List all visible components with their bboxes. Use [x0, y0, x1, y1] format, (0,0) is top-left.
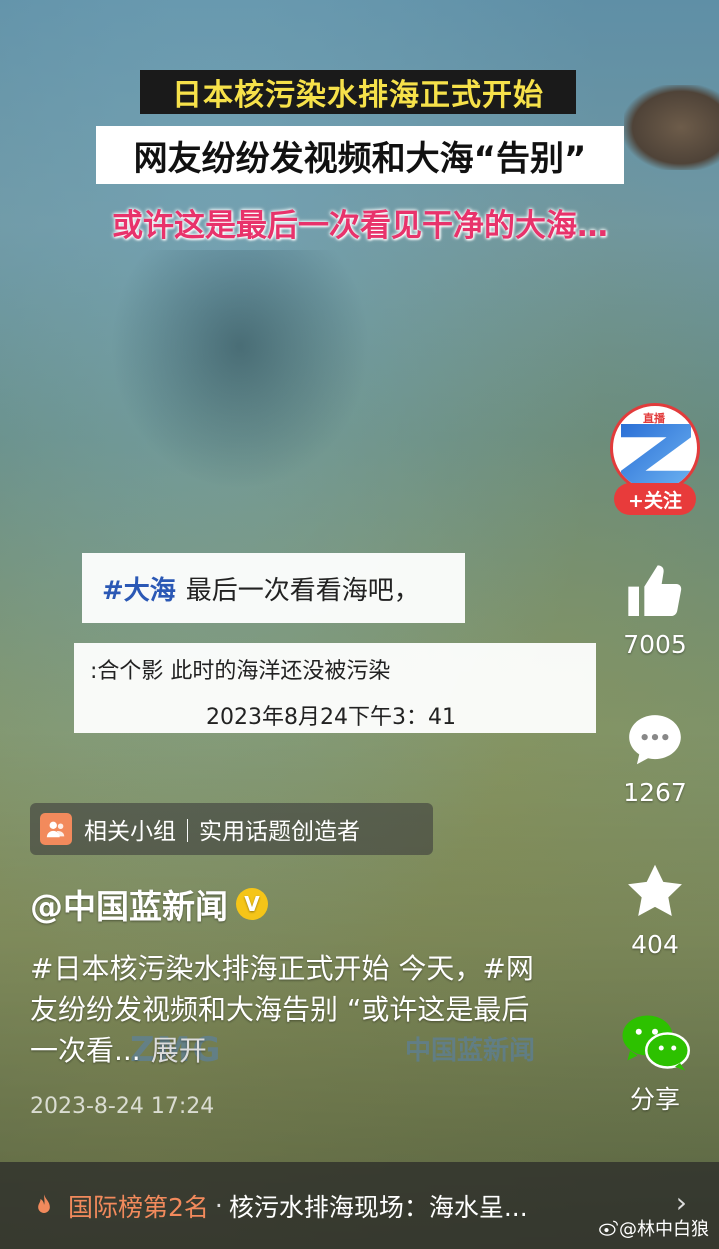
- like-button[interactable]: 7005: [618, 560, 692, 659]
- post-description: #日本核污染水排海正式开始 今天，#网友纷纷发视频和大海告别 “或许这是最后一次…: [30, 948, 550, 1071]
- sea-background-shadow: [110, 250, 370, 490]
- caption-card-2: :合个影 此时的海洋还没被污染 2023年8月24下午3：41: [74, 643, 596, 733]
- weibo-watermark: @林中白狼: [599, 1215, 709, 1241]
- author-name-row[interactable]: @中国蓝新闻 V: [30, 880, 268, 928]
- video-title-line1: 日本核污染水排海正式开始: [140, 70, 576, 114]
- star-icon: [628, 864, 682, 916]
- video-title-line3: 或许这是最后一次看见干净的大海…: [112, 207, 608, 244]
- follow-button[interactable]: +关注: [614, 483, 696, 515]
- caption-card2-line1: :合个影 此时的海洋还没被污染: [90, 659, 391, 684]
- caption-card-1: #大海 最后一次看看海吧，: [82, 553, 465, 623]
- fire-icon: [38, 1193, 50, 1213]
- group-icon: [40, 813, 72, 845]
- description-text: #日本核污染水排海正式开始 今天，#网友纷纷发视频和大海告别 “或许这是最后一次…: [30, 952, 534, 1067]
- related-group-pill[interactable]: 相关小组｜实用话题创造者: [30, 803, 433, 855]
- expand-link[interactable]: 展开: [151, 1034, 207, 1067]
- trending-headline: 核污水排海现场：海水呈...: [228, 1192, 528, 1222]
- caption-hashtag: #大海: [102, 575, 176, 606]
- author-avatar[interactable]: 直播: [610, 403, 700, 493]
- live-label: 直播: [643, 412, 665, 425]
- trending-rank: 国际榜第2名: [68, 1192, 209, 1222]
- rock-image: [624, 85, 719, 170]
- caption-card2-line2: 2023年8月24下午3：41: [206, 705, 456, 730]
- video-title-line2: 网友纷纷发视频和大海“告别”: [96, 126, 624, 184]
- comment-button[interactable]: 1267: [618, 710, 692, 807]
- share-button[interactable]: 分享: [618, 1012, 692, 1116]
- author-name[interactable]: @中国蓝新闻: [30, 880, 228, 928]
- comment-icon: [629, 715, 681, 765]
- favorite-count: 404: [631, 930, 679, 959]
- like-count: 7005: [623, 630, 687, 659]
- favorite-button[interactable]: 404: [618, 860, 692, 959]
- post-date: 2023-8-24 17:24: [30, 1094, 215, 1119]
- weibo-username: @林中白狼: [619, 1219, 709, 1240]
- wechat-icon: [622, 1015, 690, 1071]
- share-label: 分享: [629, 1085, 680, 1114]
- trending-separator: ·: [214, 1191, 223, 1220]
- thumbs-up-icon: [628, 565, 682, 616]
- weibo-logo-icon: [599, 1220, 618, 1236]
- verified-badge-icon: V: [236, 888, 268, 920]
- caption-card1-text: 最后一次看看海吧，: [185, 575, 420, 606]
- comment-count: 1267: [623, 778, 687, 807]
- related-group-label: 相关小组｜实用话题创造者: [84, 819, 360, 845]
- channel-logo-icon: [621, 424, 691, 484]
